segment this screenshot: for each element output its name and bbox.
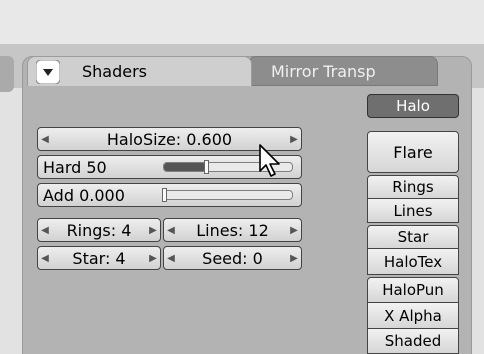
seed-label: Seed: 0 [202,248,263,268]
add-slider-thumb[interactable] [162,188,167,202]
star-toggle-label: Star [397,228,429,246]
add-label: Add 0.000 [43,185,125,205]
halo-button-label: Halo [396,97,430,115]
hard-slider-fill [164,163,207,171]
rings-label: Rings: 4 [66,220,132,240]
arrow-right-icon[interactable]: ▶ [146,225,160,236]
arrow-right-icon[interactable]: ▶ [287,134,301,145]
arrow-right-icon[interactable]: ▶ [146,253,160,264]
x-alpha-toggle[interactable]: X Alpha [367,303,459,329]
arrow-right-icon[interactable]: ▶ [287,225,301,236]
hard-slider-thumb[interactable] [204,160,210,174]
shaded-toggle[interactable]: Shaded [367,329,459,354]
halopun-label: HaloPun [382,281,444,299]
seed-number-field[interactable]: ◀ Seed: 0 ▶ [163,246,302,270]
halotex-toggle[interactable]: HaloTex [367,249,459,275]
lines-toggle[interactable]: Lines [367,199,459,223]
add-slider-track[interactable] [162,188,293,202]
star-label: Star: 4 [72,248,126,268]
flare-label: Flare [393,142,433,162]
x-alpha-label: X Alpha [384,306,442,325]
shaded-label: Shaded [384,332,442,350]
star-toggle[interactable]: Star [367,225,459,249]
left-panel-edge [0,56,14,92]
halo-size-label: HaloSize: 0.600 [106,129,233,149]
tab-shaders-label: Shaders [82,62,148,81]
flare-toggle[interactable]: Flare [367,131,459,173]
mouse-pointer-icon [259,144,280,177]
arrow-left-icon[interactable]: ◀ [164,253,178,264]
halopun-toggle[interactable]: HaloPun [367,277,459,303]
arrow-left-icon[interactable]: ◀ [38,225,52,236]
add-slider[interactable]: Add 0.000 [37,183,302,207]
arrow-left-icon[interactable]: ◀ [38,253,52,264]
hard-label: Hard 50 [43,157,107,177]
lines-label: Lines: 12 [196,220,269,240]
rings-toggle[interactable]: Rings [367,175,459,199]
rings-number-field[interactable]: ◀ Rings: 4 ▶ [37,218,161,242]
lines-toggle-label: Lines [393,201,433,220]
lines-number-field[interactable]: ◀ Lines: 12 ▶ [163,218,302,242]
star-number-field[interactable]: ◀ Star: 4 ▶ [37,246,161,270]
tab-shaders[interactable]: Shaders [27,56,252,86]
arrow-right-icon[interactable]: ▶ [287,253,301,264]
triangle-down-icon[interactable] [36,59,60,84]
rings-toggle-label: Rings [392,178,434,196]
halo-toggle-button[interactable]: Halo [367,94,459,118]
tab-mirror-transp[interactable]: Mirror Transp [248,56,438,86]
arrow-left-icon[interactable]: ◀ [164,225,178,236]
tab-mirror-transp-label: Mirror Transp [271,61,376,81]
halotex-label: HaloTex [383,252,443,271]
arrow-left-icon[interactable]: ◀ [38,134,52,145]
window-top-area [0,0,484,44]
